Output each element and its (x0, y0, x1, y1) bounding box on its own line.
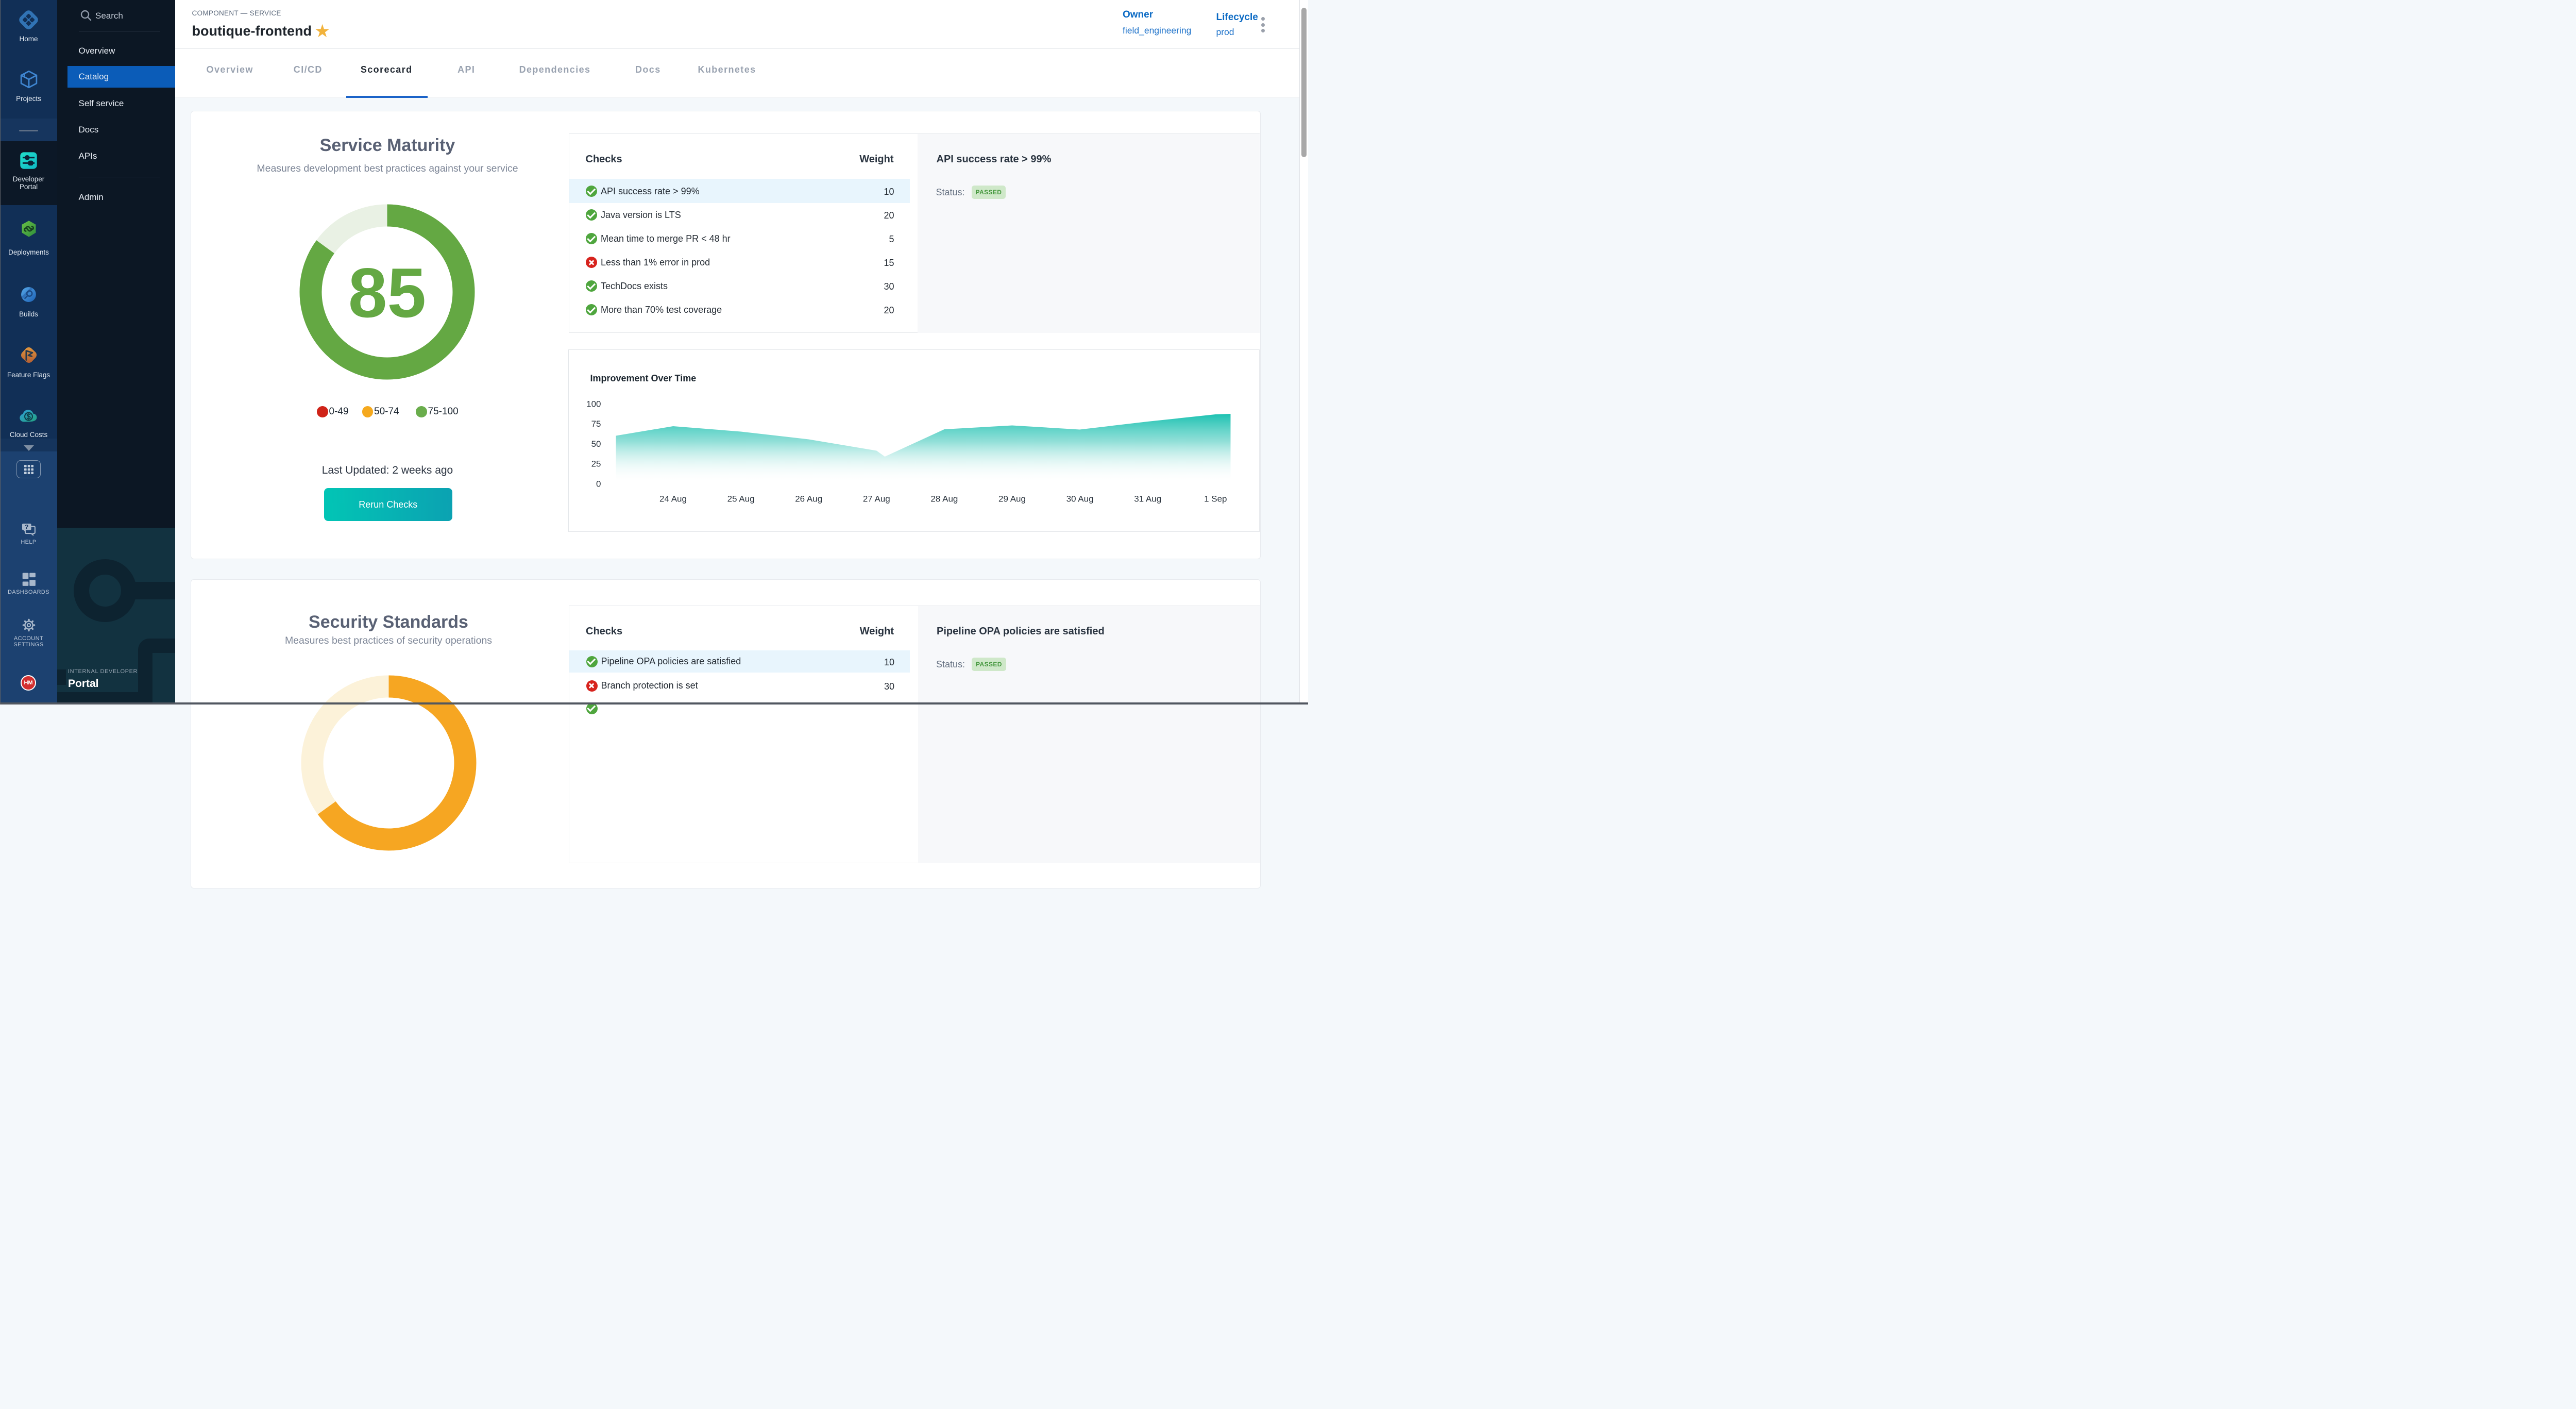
svg-text:100: 100 (586, 399, 601, 409)
svg-text:?: ? (25, 523, 29, 530)
svg-text:0: 0 (596, 479, 601, 489)
svg-text:$: $ (26, 413, 31, 422)
svg-text:30 Aug: 30 Aug (1066, 494, 1094, 504)
svg-text:25 Aug: 25 Aug (727, 494, 755, 504)
svg-text:85: 85 (348, 254, 426, 332)
svg-text:25: 25 (591, 459, 601, 469)
svg-text:28 Aug: 28 Aug (930, 494, 958, 504)
svg-text:50: 50 (591, 439, 601, 449)
svg-text:75: 75 (591, 419, 601, 429)
svg-text:29 Aug: 29 Aug (998, 494, 1026, 504)
svg-text:Improvement Over Time: Improvement Over Time (590, 373, 697, 383)
svg-text:24 Aug: 24 Aug (659, 494, 687, 504)
svg-text:31 Aug: 31 Aug (1134, 494, 1161, 504)
svg-text:26 Aug: 26 Aug (795, 494, 822, 504)
svg-text:27 Aug: 27 Aug (863, 494, 890, 504)
svg-text:1 Sep: 1 Sep (1204, 494, 1227, 504)
